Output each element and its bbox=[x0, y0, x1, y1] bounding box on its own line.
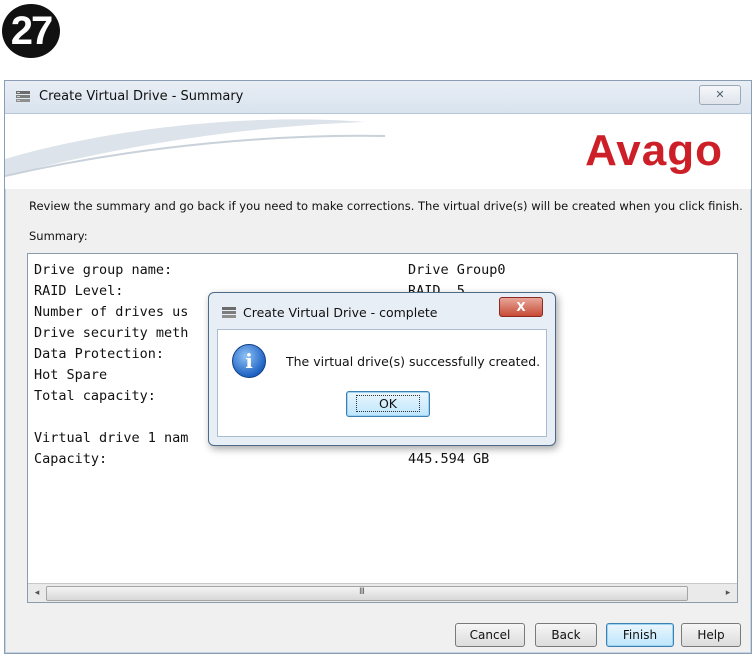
help-button[interactable]: Help bbox=[681, 623, 741, 647]
cancel-button[interactable]: Cancel bbox=[455, 623, 525, 647]
summary-row-label: Number of drives us bbox=[34, 304, 189, 320]
complete-dialog: Create Virtual Drive - complete X i The … bbox=[208, 292, 556, 446]
window-title: Create Virtual Drive - Summary bbox=[39, 89, 244, 104]
summary-row-value: 445.594 GB bbox=[408, 451, 490, 467]
scrollbar-grip: III bbox=[359, 587, 365, 597]
back-button[interactable]: Back bbox=[535, 623, 597, 647]
instructions-text: Review the summary and go back if you ne… bbox=[29, 199, 743, 213]
dialog-title: Create Virtual Drive - complete bbox=[243, 305, 438, 320]
summary-row-label: Data Protection: bbox=[34, 346, 165, 362]
ok-button-label: OK bbox=[355, 395, 421, 412]
scroll-left-arrow-icon[interactable]: ◂ bbox=[31, 587, 43, 599]
window-close-button[interactable]: ✕ bbox=[699, 85, 741, 105]
ok-button[interactable]: OK bbox=[346, 391, 430, 417]
horizontal-scrollbar[interactable]: ◂ III ▸ bbox=[28, 583, 737, 602]
summary-row-label: Hot Spare bbox=[34, 367, 108, 383]
scroll-right-arrow-icon[interactable]: ▸ bbox=[722, 587, 734, 599]
dialog-message: The virtual drive(s) successfully create… bbox=[286, 354, 541, 369]
brand-banner: Avago bbox=[5, 114, 751, 189]
step-number-badge: 27 bbox=[2, 4, 60, 58]
summary-row-label: RAID Level: bbox=[34, 283, 124, 299]
database-icon bbox=[16, 91, 30, 102]
window-titlebar: Create Virtual Drive - Summary ✕ bbox=[5, 81, 751, 114]
summary-row-label: Drive security meth bbox=[34, 325, 189, 341]
summary-row-value: Drive Group0 bbox=[408, 262, 506, 278]
summary-row-label: Virtual drive 1 nam bbox=[34, 430, 189, 446]
dialog-body: i The virtual drive(s) successfully crea… bbox=[217, 329, 547, 437]
summary-row-label: Drive group name: bbox=[34, 262, 173, 278]
summary-row-label: Total capacity: bbox=[34, 388, 156, 404]
database-icon bbox=[222, 307, 236, 318]
info-icon: i bbox=[232, 344, 266, 378]
dialog-close-button[interactable]: X bbox=[499, 297, 543, 317]
summary-label: Summary: bbox=[29, 229, 88, 243]
scrollbar-thumb[interactable]: III bbox=[46, 586, 688, 601]
summary-row-label: Capacity: bbox=[34, 451, 108, 467]
finish-button[interactable]: Finish bbox=[606, 623, 674, 647]
avago-logo: Avago bbox=[585, 126, 723, 175]
